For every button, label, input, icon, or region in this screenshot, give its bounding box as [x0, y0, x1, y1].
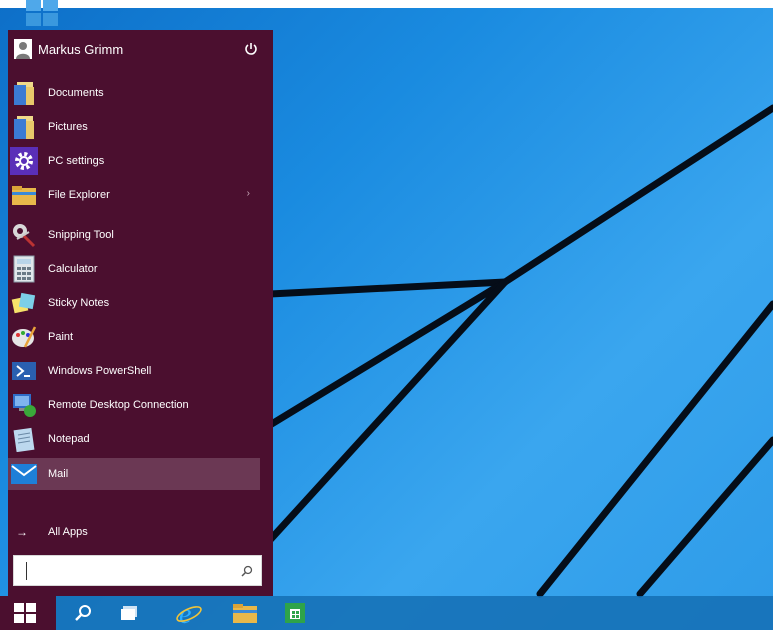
search-box[interactable]: [13, 555, 262, 586]
task-view-button[interactable]: [106, 596, 152, 630]
menu-item-label: Remote Desktop Connection: [48, 399, 189, 411]
documents-icon: [10, 79, 38, 107]
menu-item-sticky-notes[interactable]: Sticky Notes: [8, 287, 260, 319]
menu-item-label: Windows PowerShell: [48, 365, 152, 377]
search-icon: [75, 605, 91, 621]
power-button[interactable]: [241, 39, 261, 59]
user-avatar-icon: [14, 39, 32, 59]
start-button[interactable]: [0, 596, 56, 630]
menu-item-powershell[interactable]: Windows PowerShell: [8, 355, 260, 387]
menu-item-remote-desktop[interactable]: Remote Desktop Connection: [8, 389, 260, 421]
folder-icon: [10, 181, 38, 209]
menu-item-label: Pictures: [48, 121, 88, 133]
menu-item-label: Paint: [48, 331, 74, 343]
menu-item-label: Calculator: [48, 263, 98, 275]
powershell-icon: [10, 357, 38, 385]
pictures-icon: [10, 113, 38, 141]
menu-item-label: File Explorer: [48, 189, 110, 201]
menu-item-paint[interactable]: Paint: [8, 321, 260, 353]
menu-item-label: Sticky Notes: [48, 297, 110, 309]
power-icon: [245, 43, 257, 55]
menu-item-mail[interactable]: Mail: [8, 458, 260, 490]
mail-icon: [10, 460, 38, 488]
search-icon[interactable]: [241, 565, 253, 577]
store-button[interactable]: [272, 596, 318, 630]
sticky-notes-icon: [10, 289, 38, 317]
menu-item-snipping-tool[interactable]: Snipping Tool: [8, 219, 260, 251]
menu-item-label: PC settings: [48, 155, 105, 167]
menu-item-calculator[interactable]: Calculator: [8, 253, 260, 285]
file-explorer-icon: [233, 604, 257, 623]
all-apps-button[interactable]: → All Apps: [8, 520, 260, 544]
search-input[interactable]: [26, 562, 227, 580]
internet-explorer-button[interactable]: e: [166, 596, 212, 630]
arrow-right-icon: →: [16, 525, 28, 539]
notepad-icon: [10, 425, 38, 453]
user-account-row[interactable]: Markus Grimm: [8, 30, 273, 68]
submenu-chevron-icon[interactable]: ›: [247, 188, 250, 199]
menu-item-label: Documents: [48, 87, 104, 99]
menu-item-notepad[interactable]: Notepad: [8, 423, 260, 455]
menu-item-documents[interactable]: Documents: [8, 77, 260, 109]
internet-explorer-icon: e: [176, 599, 202, 627]
calculator-icon: [10, 255, 38, 283]
remote-desktop-icon: [10, 391, 38, 419]
scissors-icon: [10, 221, 38, 249]
menu-item-label: Notepad: [48, 433, 90, 445]
taskbar: e: [0, 596, 773, 630]
windows-logo-icon: [14, 603, 36, 623]
menu-item-pictures[interactable]: Pictures: [8, 111, 260, 143]
menu-item-label: Snipping Tool: [48, 229, 114, 241]
menu-item-file-explorer[interactable]: File Explorer ›: [8, 179, 260, 211]
store-icon: [285, 603, 305, 623]
menu-item-label: Mail: [48, 468, 69, 480]
palette-icon: [10, 323, 38, 351]
taskbar-search-button[interactable]: [60, 596, 106, 630]
task-view-icon: [121, 606, 137, 620]
gear-icon: [10, 147, 38, 175]
file-explorer-button[interactable]: [222, 596, 268, 630]
user-name: Markus Grimm: [38, 41, 124, 57]
all-apps-label: All Apps: [48, 526, 88, 538]
menu-item-pc-settings[interactable]: PC settings: [8, 145, 260, 177]
start-menu: Markus Grimm Documents Pictures PC setti…: [8, 30, 273, 596]
